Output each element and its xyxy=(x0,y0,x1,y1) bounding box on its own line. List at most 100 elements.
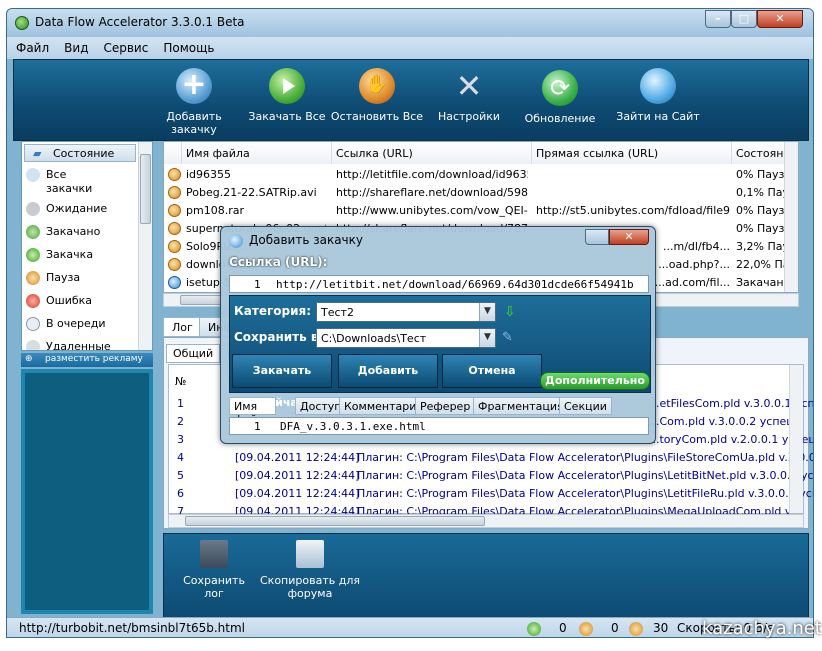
menu-help[interactable]: Помощь xyxy=(154,37,220,55)
sidebar-item-label: Все закачки xyxy=(46,168,93,195)
sidebar-item-completed[interactable]: Закачано xyxy=(26,223,138,243)
table-row[interactable]: id96355 http://letitfile.com/download/id9… xyxy=(164,166,791,184)
state-header[interactable]: ▰ Состояние xyxy=(24,144,136,162)
sidebar-item-label: Удаленные xyxy=(46,340,111,350)
tab-general[interactable]: Общий xyxy=(166,344,221,363)
maximize-button[interactable]: □ xyxy=(731,10,757,28)
update-button[interactable]: Обновление xyxy=(522,70,598,125)
sidebar-item-all[interactable]: Все закачки xyxy=(26,166,138,198)
pause-icon xyxy=(168,168,181,181)
url-label: Ссылка (URL): xyxy=(229,255,328,269)
globe-icon xyxy=(640,68,676,104)
tab-filename[interactable]: Имя файла xyxy=(229,397,277,426)
col-status[interactable]: Состояние xyxy=(732,142,797,164)
pause-icon xyxy=(168,258,181,271)
log-number: 6 xyxy=(177,487,184,500)
advanced-button[interactable]: Дополнительно xyxy=(540,372,650,390)
log-time: [09.04.2011 12:24:44] xyxy=(235,487,360,500)
tab-referer[interactable]: Реферер xyxy=(415,397,476,415)
cell-name: pm108.rar xyxy=(186,204,244,217)
cancel-button[interactable]: Отмена xyxy=(442,354,542,388)
save-path-select[interactable]: C:\Downloads\Тест ▼ xyxy=(316,328,496,348)
filename-field[interactable]: 1 DFA_v.3.0.3.1.exe.html xyxy=(229,417,649,435)
cell-url: http://shareflare.net/download/5984... xyxy=(336,186,528,199)
ad-area xyxy=(21,369,153,614)
toolbar-label: Настройки xyxy=(437,110,501,123)
menu-view[interactable]: Вид xyxy=(55,37,94,55)
active-icon xyxy=(527,622,541,636)
col-status-icon xyxy=(164,142,182,164)
table-vscrollbar[interactable] xyxy=(784,142,798,292)
col-direct-url[interactable]: Прямая ссылка (URL) xyxy=(532,142,732,164)
sidebar-scroll-thumb[interactable] xyxy=(140,154,151,224)
table-row[interactable]: pm108.rar http://www.unibytes.com/vow_QEI… xyxy=(164,202,791,220)
table-row[interactable]: Pobeg.21-22.SATRip.avi http://shareflare.… xyxy=(164,184,794,202)
download-arrow-icon xyxy=(26,248,40,262)
log-number: 1 xyxy=(177,397,184,410)
log-hscroll-thumb[interactable] xyxy=(185,516,485,526)
title-bar[interactable]: Data Flow Accelerator 3.3.0.1 Beta – □ ✕ xyxy=(7,9,813,37)
menu-file[interactable]: Файл xyxy=(7,37,55,55)
hourglass-icon xyxy=(26,202,40,216)
tab-sections[interactable]: Секции xyxy=(559,397,612,415)
log-row[interactable]: 4 [09.04.2011 12:24:44] Плагин: C:\Program… xyxy=(169,449,813,467)
dialog-minimize-button[interactable] xyxy=(585,229,609,245)
status-bar: http://turbobit.net/bmsinbl7t65b.html 0 … xyxy=(7,617,813,637)
trash-icon xyxy=(26,340,40,350)
sidebar-item-label: Пауза xyxy=(46,271,81,284)
copy-for-forum-button[interactable]: Скопировать для форума xyxy=(260,540,360,600)
minimize-button[interactable]: – xyxy=(705,10,731,28)
tab-fragmentation[interactable]: Фрагментация xyxy=(473,397,569,415)
url-field[interactable]: 1 http://letitbit.net/download/66969.64d3… xyxy=(229,275,649,293)
dialog-close-button[interactable]: ✕ xyxy=(609,229,649,245)
add-category-icon[interactable]: ⇩ xyxy=(504,304,516,320)
log-number: 5 xyxy=(177,469,184,482)
chevron-down-icon: ▼ xyxy=(479,303,495,321)
add-download-button[interactable]: Добавить закачку xyxy=(142,68,246,136)
add-download-icon xyxy=(229,234,243,248)
col-filename[interactable]: Имя файла xyxy=(182,142,332,164)
add-button[interactable]: Добавить xyxy=(338,354,438,388)
save-log-button[interactable]: Сохранить лог xyxy=(172,540,256,600)
log-number: 3 xyxy=(177,433,184,446)
dialog-title: Добавить закачку xyxy=(249,233,363,247)
status-url: http://turbobit.net/bmsinbl7t65b.html xyxy=(19,621,245,635)
sidebar-item-waiting[interactable]: Ожидание xyxy=(26,200,138,220)
col-url[interactable]: Ссылка (URL) xyxy=(332,142,532,164)
cell-url: http://www.unibytes.com/vow_QEI-... xyxy=(336,204,528,217)
log-row[interactable]: 5 [09.04.2011 12:24:44] Плагин: C:\Program… xyxy=(169,467,813,485)
cell-name: Pobeg.21-22.SATRip.avi xyxy=(186,186,317,199)
log-row[interactable]: 6 [09.04.2011 12:24:44] Плагин: C:\Program… xyxy=(169,485,813,503)
pause-icon xyxy=(168,222,181,235)
download-all-button[interactable]: Закачать Все xyxy=(246,68,328,123)
sidebar-item-downloading[interactable]: Закачка xyxy=(26,246,138,266)
tab-log[interactable]: Лог xyxy=(163,317,202,337)
category-select[interactable]: Тест2 ▼ xyxy=(316,302,496,322)
visit-site-button[interactable]: Зайти на Сайт xyxy=(608,68,708,123)
sidebar-item-error[interactable]: Ошибка xyxy=(26,292,138,312)
sidebar-item-label: В очереди xyxy=(46,317,106,330)
pause-icon xyxy=(26,271,40,285)
sidebar-item-deleted[interactable]: Удаленные xyxy=(26,338,138,350)
browse-folder-icon[interactable]: ✎ xyxy=(502,330,513,345)
window-title: Data Flow Accelerator 3.3.0.1 Beta xyxy=(35,15,245,29)
copy-for-forum-label: Скопировать для форума xyxy=(260,574,360,600)
toolbar-label: Закачать Все xyxy=(248,110,326,123)
stop-all-button[interactable]: Остановить Все xyxy=(330,68,424,123)
log-message: ...Com.pld v.3.0.0.2 успешн xyxy=(649,415,804,428)
menu-bar: Файл Вид Сервис Помощь xyxy=(7,37,813,59)
download-now-button[interactable]: Закачать Сейчас xyxy=(232,354,332,409)
settings-button[interactable]: Настройки xyxy=(434,68,504,123)
sidebar-item-queue[interactable]: В очереди xyxy=(26,315,138,335)
watermark: kazachya.net xyxy=(702,618,822,639)
dialog-options-panel: Категория: Тест2 ▼ ⇩ Сохранить в: C:\Down… xyxy=(229,295,651,409)
sidebar-item-paused[interactable]: Пауза xyxy=(26,269,138,289)
menu-service[interactable]: Сервис xyxy=(94,37,154,55)
sidebar-scrollbar[interactable] xyxy=(138,142,152,350)
log-hscrollbar[interactable] xyxy=(168,514,804,528)
close-button[interactable]: ✕ xyxy=(757,10,803,28)
log-vscrollbar[interactable] xyxy=(789,365,803,513)
ad-bar[interactable]: ⊕ разместить рекламу xyxy=(21,353,153,367)
col-number[interactable]: № xyxy=(175,375,186,388)
add-download-icon xyxy=(176,68,212,104)
